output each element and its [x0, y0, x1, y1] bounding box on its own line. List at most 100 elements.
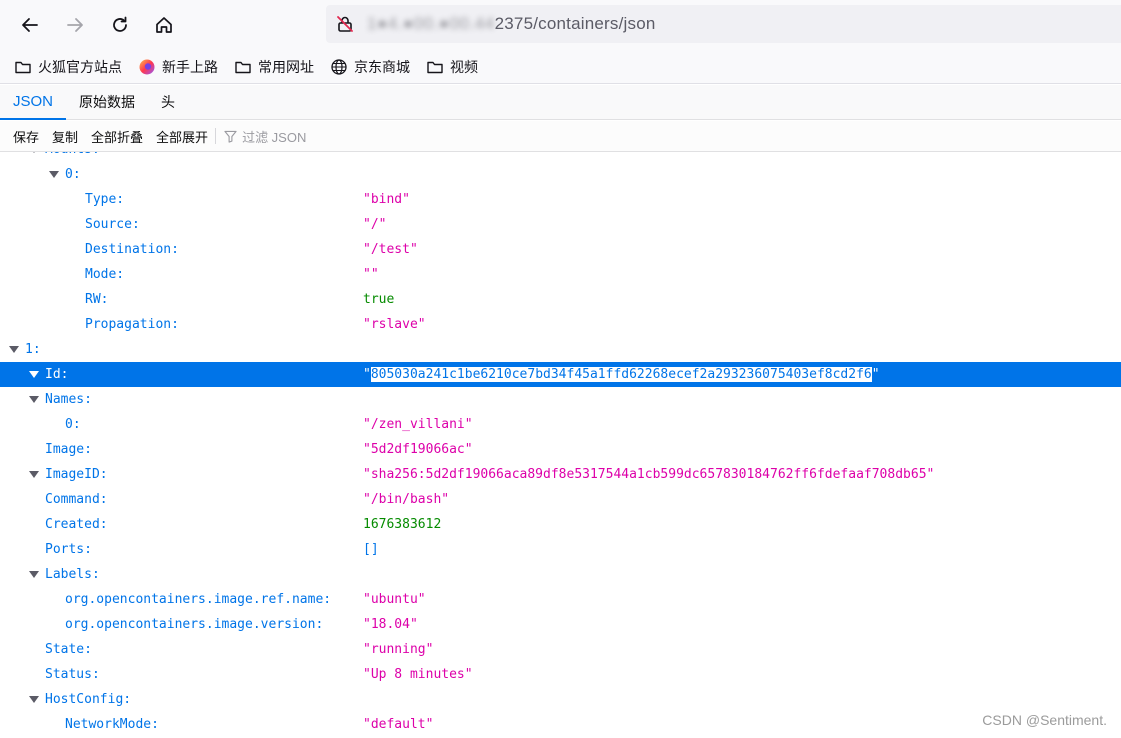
- browser-navbar: 1●4.●00.●00.44 2375/containers/json: [0, 0, 1121, 50]
- tab-json[interactable]: JSON: [0, 85, 67, 120]
- tree-key: NetworkMode:: [65, 717, 159, 732]
- tree-row[interactable]: Command: "/bin/bash": [0, 487, 1121, 512]
- tree-value: "": [363, 267, 379, 282]
- tree-key: Type:: [85, 192, 125, 207]
- bookmark-item[interactable]: 新手上路: [138, 54, 218, 80]
- tree-row[interactable]: HostConfig:: [0, 687, 1121, 712]
- tree-value: "/zen_villani": [363, 417, 473, 432]
- tree-row[interactable]: Labels:: [0, 562, 1121, 587]
- tree-key: Names:: [45, 392, 92, 407]
- tree-value: "Up 8 minutes": [363, 667, 473, 682]
- collapse-all-button[interactable]: 全部折叠: [91, 127, 143, 146]
- tree-key: Ports:: [45, 542, 92, 557]
- tree-key: Mode:: [85, 267, 125, 282]
- tree-value: "/test": [363, 242, 418, 257]
- tree-row[interactable]: Id: "805030a241c1be6210ce7bd34f45a1ffd622…: [0, 362, 1121, 387]
- tree-value: "18.04": [363, 617, 418, 632]
- tree-key: ImageID:: [45, 467, 108, 482]
- tree-row[interactable]: org.opencontainers.image.version: "18.04": [0, 612, 1121, 637]
- tree-key: 0:: [65, 417, 81, 432]
- tree-key: HostConfig:: [45, 692, 132, 707]
- tree-key: Command:: [45, 492, 108, 507]
- tab-raw-data[interactable]: 原始数据: [66, 85, 148, 120]
- tree-row[interactable]: Source: "/": [0, 212, 1121, 237]
- toolbar-divider: [215, 128, 217, 144]
- tab-headers[interactable]: 头: [148, 85, 188, 120]
- folder-icon: [235, 61, 251, 73]
- copy-button[interactable]: 复制: [52, 127, 78, 146]
- tree-row[interactable]: ImageID: "sha256:5d2df19066aca89df8e53175…: [0, 462, 1121, 487]
- tree-value: "bind": [363, 192, 410, 207]
- bookmark-item[interactable]: 视频: [426, 54, 478, 80]
- home-button[interactable]: [148, 9, 180, 41]
- forward-button[interactable]: [59, 9, 91, 41]
- tree-row[interactable]: Mounts:: [0, 152, 1121, 162]
- filter-json-input[interactable]: 过滤 JSON: [224, 127, 306, 146]
- expand-toggle-icon[interactable]: [9, 346, 19, 353]
- url-path: 2375/containers/json: [494, 14, 656, 33]
- tree-row[interactable]: Destination: "/test": [0, 237, 1121, 262]
- tree-row[interactable]: Type: "bind": [0, 187, 1121, 212]
- url-host: 1●4.●00.●00.44: [367, 14, 495, 33]
- tree-row[interactable]: 0: "/zen_villani": [0, 412, 1121, 437]
- tree-row[interactable]: State: "running": [0, 637, 1121, 662]
- expand-toggle-icon[interactable]: [29, 571, 39, 578]
- tree-key: Created:: [45, 517, 108, 532]
- tree-row[interactable]: Image: "5d2df19066ac": [0, 437, 1121, 462]
- tree-value: "/bin/bash": [363, 492, 450, 507]
- save-button[interactable]: 保存: [13, 127, 39, 146]
- bookmarks-toolbar: 火狐官方站点 新手上路 常用网址 京东商城 视频: [0, 50, 1121, 84]
- tree-row[interactable]: Propagation: "rslave": [0, 312, 1121, 337]
- tree-row[interactable]: org.opencontainers.image.ref.name: "ubunt…: [0, 587, 1121, 612]
- bookmark-label: 火狐官方站点: [38, 58, 122, 75]
- tree-row[interactable]: Names:: [0, 387, 1121, 412]
- folder-icon: [15, 61, 31, 73]
- back-button[interactable]: [14, 9, 46, 41]
- tree-key: org.opencontainers.image.version:: [65, 617, 324, 632]
- json-tree[interactable]: Mounts: 0: Type: "bind" Source: "/" Destinatio…: [0, 152, 1121, 738]
- tree-value: "5d2df19066ac": [363, 442, 473, 457]
- tree-key: Propagation:: [85, 317, 179, 332]
- tree-row[interactable]: 0:: [0, 162, 1121, 187]
- tree-key: Mounts:: [45, 152, 100, 162]
- bookmark-label: 常用网址: [258, 58, 314, 75]
- watermark: CSDN @Sentiment.: [982, 712, 1107, 728]
- bookmark-item[interactable]: 京东商城: [330, 54, 410, 80]
- filter-placeholder: 过滤 JSON: [242, 129, 307, 145]
- expand-toggle-icon[interactable]: [49, 171, 59, 178]
- tree-row[interactable]: Created: 1676383612: [0, 512, 1121, 537]
- url-bar[interactable]: 1●4.●00.●00.44 2375/containers/json: [326, 5, 1121, 43]
- expand-toggle-icon[interactable]: [29, 152, 39, 153]
- tree-key: State:: [45, 642, 92, 657]
- insecure-lock-icon[interactable]: [335, 14, 355, 34]
- tree-row[interactable]: 1:: [0, 337, 1121, 362]
- tree-row[interactable]: Ports: []: [0, 537, 1121, 562]
- expand-all-button[interactable]: 全部展开: [156, 127, 208, 146]
- bookmark-item[interactable]: 火狐官方站点: [14, 54, 122, 80]
- tree-row[interactable]: NetworkMode: "default": [0, 712, 1121, 737]
- expand-toggle-icon[interactable]: [29, 371, 39, 378]
- tree-value: "ubuntu": [363, 592, 426, 607]
- tree-value: "rslave": [363, 317, 426, 332]
- arrow-left-icon: [22, 18, 38, 32]
- tree-key: Image:: [45, 442, 92, 457]
- arrow-right-icon: [67, 18, 83, 32]
- firefox-icon: [139, 59, 155, 74]
- bookmark-label: 视频: [450, 58, 478, 75]
- tree-row[interactable]: RW: true: [0, 287, 1121, 312]
- reload-button[interactable]: [104, 9, 136, 41]
- reload-icon: [113, 16, 127, 32]
- tree-key: RW:: [85, 292, 109, 307]
- tree-key: Status:: [45, 667, 100, 682]
- tree-value: "805030a241c1be6210ce7bd34f45a1ffd62268e…: [363, 367, 880, 382]
- folder-icon: [427, 61, 443, 73]
- tree-row[interactable]: Mode: "": [0, 262, 1121, 287]
- tree-row[interactable]: Status: "Up 8 minutes": [0, 662, 1121, 687]
- bookmark-label: 京东商城: [354, 58, 410, 75]
- tree-value: []: [363, 542, 379, 557]
- expand-toggle-icon[interactable]: [29, 471, 39, 478]
- expand-toggle-icon[interactable]: [29, 696, 39, 703]
- bookmark-item[interactable]: 常用网址: [234, 54, 314, 80]
- viewer-toolbar: 保存 复制 全部折叠 全部展开 过滤 JSON: [0, 121, 1121, 152]
- expand-toggle-icon[interactable]: [29, 396, 39, 403]
